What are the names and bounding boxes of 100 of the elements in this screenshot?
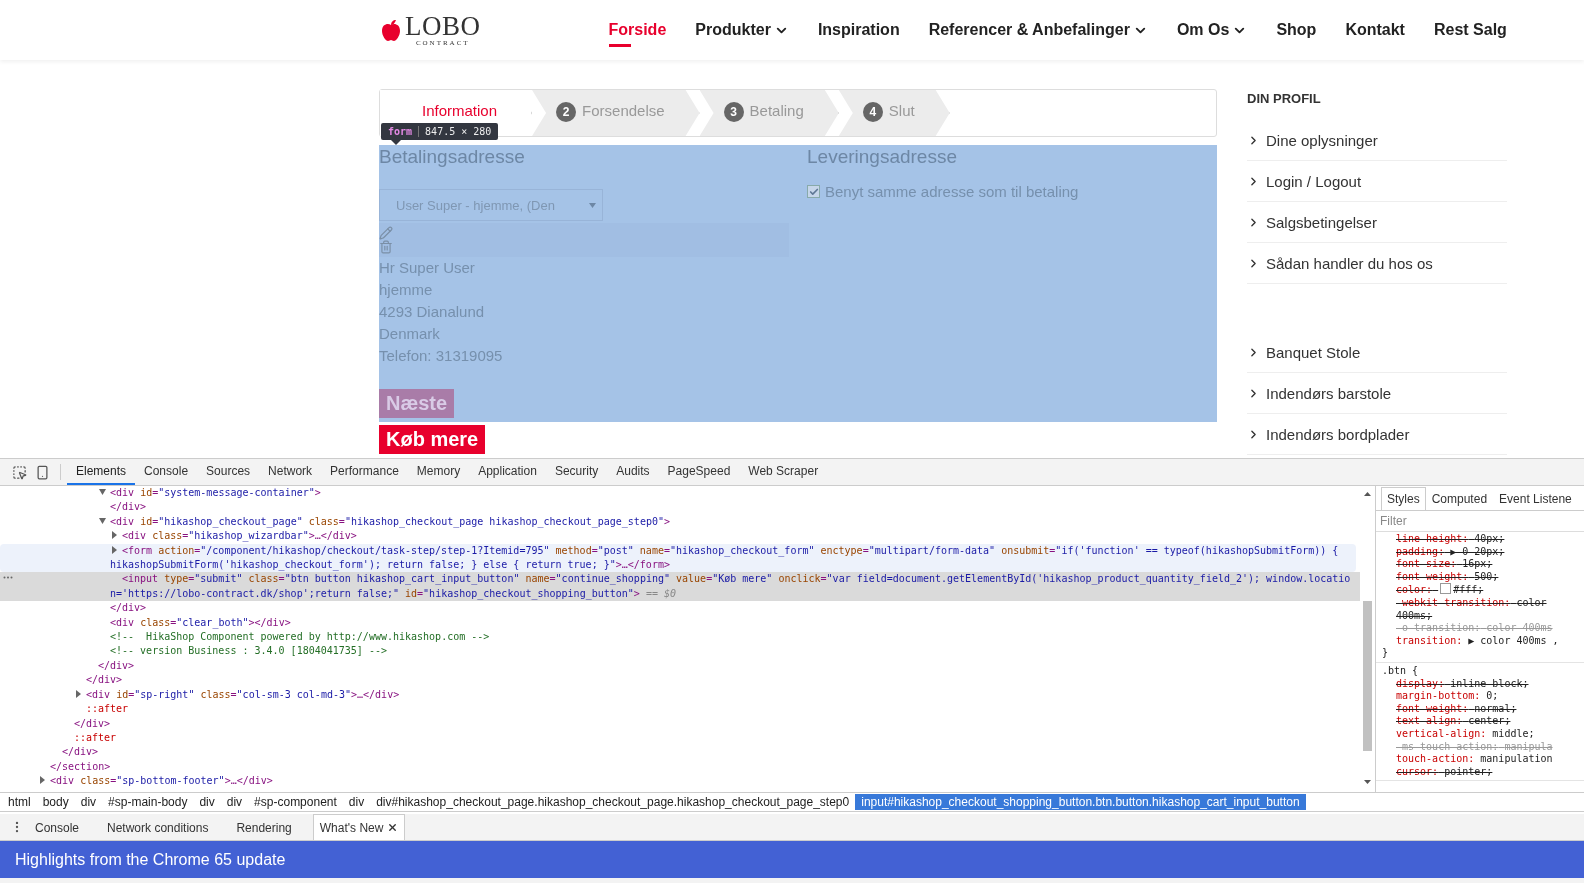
continue-shopping-button[interactable]: Køb mere xyxy=(379,425,486,454)
dom-node-line[interactable]: <!-- version Business : 3.4.0 [1804041735] --> xyxy=(0,644,1360,659)
dom-node-line[interactable]: </div> xyxy=(0,658,1360,674)
styles-tab[interactable]: Styles xyxy=(1381,487,1426,510)
sidebar-link[interactable]: Sådan handler du hos os xyxy=(1247,243,1507,284)
css-selector: .btn { xyxy=(1382,664,1420,678)
nav-link[interactable]: Forside xyxy=(608,15,667,45)
step-label: Forsendelse xyxy=(582,102,665,119)
dom-node-line[interactable]: </div> xyxy=(0,673,1360,688)
css-property[interactable]: font-weight: normal; xyxy=(1382,702,1580,716)
drawer-tab[interactable]: Console xyxy=(28,814,87,840)
css-property[interactable]: cursor: pointer; xyxy=(1382,765,1580,779)
dom-node-line[interactable]: </div> xyxy=(0,745,1360,760)
update-banner[interactable]: Highlights from the Chrome 65 update xyxy=(0,841,1584,878)
dom-node-line[interactable]: </section> xyxy=(0,759,1360,775)
devtools-tab[interactable]: Application xyxy=(469,459,546,485)
css-property[interactable]: vertical-align: middle; xyxy=(1382,727,1580,741)
caret-icon xyxy=(589,202,596,208)
dom-node-line[interactable]: ::after xyxy=(0,730,1360,746)
step-number: 4 xyxy=(862,102,883,122)
devtools-tab[interactable]: Console xyxy=(135,459,198,485)
breadcrumb[interactable]: div xyxy=(220,794,249,810)
nav-link[interactable]: Shop xyxy=(1276,15,1317,45)
checkout-step[interactable]: 4 Slut xyxy=(838,90,950,136)
css-property[interactable]: display: inline-block; xyxy=(1382,677,1580,691)
sidebar-link[interactable]: Dine oplysninger xyxy=(1247,120,1507,161)
address-line: hjemme xyxy=(379,280,434,300)
breadcrumb[interactable]: body xyxy=(36,794,75,810)
nav-link[interactable]: Referencer & Anbefalinger xyxy=(928,15,1148,45)
sidebar-link[interactable]: Indendørs bordplader xyxy=(1247,414,1507,455)
devtools-tab[interactable]: Security xyxy=(545,459,608,485)
devtools-tab[interactable]: Network xyxy=(259,459,322,485)
step-number: 2 xyxy=(556,102,577,122)
checkout-step[interactable]: 2 Forsendelse xyxy=(532,90,700,136)
nav-link[interactable]: Rest Salg xyxy=(1433,15,1507,45)
dom-node-line[interactable]: </div> xyxy=(0,716,1360,731)
drawer-tab[interactable]: What's New xyxy=(312,814,406,840)
breadcrumb[interactable]: div xyxy=(74,794,103,810)
address-line: 4293 Dianalund xyxy=(379,302,486,322)
checkbox-label: Benyt samme adresse som til betaling xyxy=(825,183,1079,200)
nav-link[interactable]: Inspiration xyxy=(817,15,900,45)
breadcrumb[interactable]: div xyxy=(342,794,371,810)
css-property[interactable]: padding: ▶ 0 20px; xyxy=(1382,545,1580,559)
breadcrumb[interactable]: div xyxy=(193,794,221,810)
logo-name[interactable]: LOBO xyxy=(405,13,481,40)
breadcrumb[interactable]: #sp-main-body xyxy=(102,794,194,810)
breadcrumb[interactable]: #sp-component xyxy=(248,794,343,810)
drawer-tab[interactable]: Rendering xyxy=(229,814,299,840)
dom-node-line[interactable]: <div class="hikashop_wizardbar">…</div> xyxy=(0,529,1360,544)
tooltip-size: 847.5 × 280 xyxy=(425,126,492,137)
css-property[interactable]: margin-bottom: 0; xyxy=(1382,690,1580,703)
drawer-tab[interactable]: Network conditions xyxy=(100,814,216,840)
rule-close-brace: } xyxy=(1382,647,1390,660)
sidebar-link[interactable]: Banquet Stole xyxy=(1247,332,1507,373)
devtools-tab[interactable]: Memory xyxy=(407,459,470,485)
breadcrumb[interactable]: html xyxy=(2,794,37,810)
nav-link[interactable]: Kontakt xyxy=(1345,15,1405,45)
billing-heading: Betalingsadresse xyxy=(379,145,526,169)
nav-link[interactable]: Om Os xyxy=(1176,15,1248,45)
dom-node-line[interactable]: </div> xyxy=(0,601,1360,616)
dom-node-line[interactable]: <div class="sp-bottom-footer">…</div> xyxy=(0,774,1360,789)
color-swatch[interactable] xyxy=(1440,583,1452,595)
devtools-tab[interactable]: Audits xyxy=(607,459,659,485)
css-property[interactable]: color: #fff; xyxy=(1382,583,1580,597)
dom-node-line[interactable]: </div> xyxy=(0,500,1360,515)
breadcrumb[interactable]: input#hikashop_checkout_shopping_button.btn.button.hikashop_cart_input_button xyxy=(855,794,1306,810)
dom-node-line[interactable]: <div class="clear_both"></div> xyxy=(0,615,1360,631)
step-label: Slut xyxy=(888,102,915,119)
close-icon[interactable] xyxy=(387,822,399,833)
address-line: Denmark xyxy=(379,324,441,344)
dom-node-line[interactable]: <div id="system-message-container"> xyxy=(0,486,1360,501)
devtools-tab[interactable]: Performance xyxy=(321,459,408,485)
sidebar-link[interactable]: Login / Logout xyxy=(1247,161,1507,202)
apple-logo-icon xyxy=(379,18,403,42)
css-property[interactable]: -webkit-transition: color 400ms; xyxy=(1382,596,1580,623)
dom-node-line[interactable]: ::after xyxy=(0,702,1360,717)
nav-link[interactable]: Produkter xyxy=(695,15,789,45)
devtools-tab[interactable]: Sources xyxy=(197,459,260,485)
sidebar-link[interactable]: Salgsbetingelser xyxy=(1247,202,1507,243)
dom-node-line[interactable]: <div id="sp-right" class="col-sm-3 col-md-3">…</div> xyxy=(0,687,1360,703)
checkbox[interactable] xyxy=(807,185,820,198)
css-property[interactable]: line-height: 40px; xyxy=(1382,533,1580,546)
checkout-step[interactable]: 3 Betaling xyxy=(699,90,839,136)
breadcrumb[interactable]: div#hikashop_checkout_page.hikashop_checkout_page.hikashop_checkout_page_step0 xyxy=(370,794,856,810)
step-label: Information xyxy=(422,102,498,119)
more-icon[interactable] xyxy=(3,576,13,580)
css-property[interactable]: touch-action: manipulation xyxy=(1382,753,1580,766)
devtools-tab[interactable]: PageSpeed xyxy=(658,459,740,485)
css-property[interactable]: font-size: 16px; xyxy=(1382,558,1580,571)
sidebar-link[interactable]: Indendørs barstole xyxy=(1247,373,1507,414)
css-property[interactable]: font-weight: 500; xyxy=(1382,570,1580,584)
devtools-tab[interactable]: Elements xyxy=(67,459,136,485)
css-property[interactable]: text-align: center; xyxy=(1382,715,1580,728)
tooltip-tag: form xyxy=(388,126,413,137)
devtools-tab[interactable]: Web Scraper xyxy=(739,459,828,485)
css-property[interactable]: transition: ▶ color 400ms , xyxy=(1382,634,1580,648)
dom-node-line[interactable]: <!-- HikaShop Component powered by http://www.hikashop.com --> xyxy=(0,630,1360,645)
address-line: Telefon: 31319095 xyxy=(379,346,504,366)
shipping-heading: Leveringsadresse xyxy=(807,145,958,169)
dom-node-line[interactable]: <div id="hikashop_checkout_page" class="hikashop_checkout_page hikashop_checkout_page_step0"> xyxy=(0,514,1360,530)
